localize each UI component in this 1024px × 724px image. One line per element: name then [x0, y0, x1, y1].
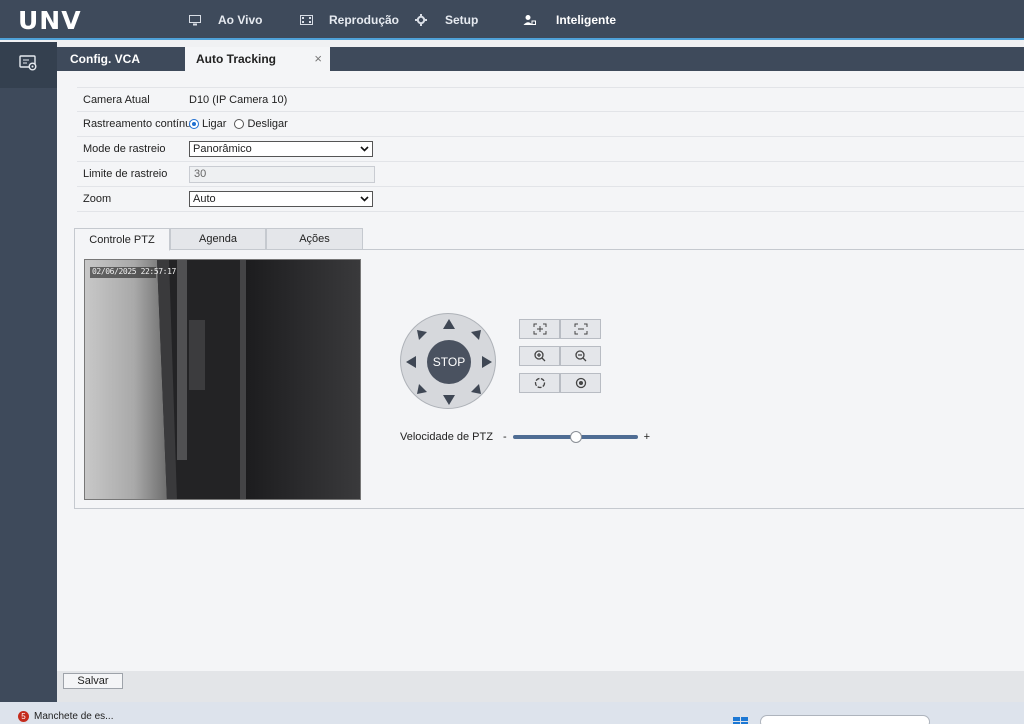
camera-label: Camera Atual — [83, 93, 150, 106]
close-icon[interactable]: × — [314, 51, 322, 66]
tab-label: Config. VCA — [70, 52, 140, 66]
ptz-speed-control: Velocidade de PTZ - + — [400, 431, 650, 443]
arrow-up-right-icon[interactable] — [471, 330, 481, 340]
zoom-select[interactable]: Auto — [189, 191, 373, 207]
tab-label: Controle PTZ — [89, 233, 155, 246]
zoom-in-icon — [533, 350, 545, 362]
tab-label: Ações — [299, 233, 330, 245]
gear-icon — [414, 13, 428, 27]
speed-min-label: - — [502, 431, 507, 443]
zoom-label: Zoom — [83, 193, 112, 205]
radio-ligar-label: Ligar — [202, 118, 227, 130]
os-taskbar: 5 Manchete de es... — [0, 702, 1024, 724]
live-video-preview[interactable]: 02/06/2025 22:57:17 — [84, 259, 361, 500]
arrow-left-icon[interactable] — [406, 356, 416, 368]
zoom-in-button[interactable] — [519, 346, 560, 366]
speed-max-label: + — [643, 431, 651, 443]
camera-value: D10 (IP Camera 10) — [189, 93, 288, 106]
speed-slider-track[interactable] — [512, 431, 638, 443]
iris-close-button[interactable] — [560, 373, 601, 393]
form-row-continuous: Rastreamento contínuo Ligar Desligar — [77, 112, 1024, 137]
nav-label: Inteligente — [556, 13, 617, 27]
radio-ligar[interactable] — [189, 119, 199, 129]
chevron-down-icon — [360, 196, 369, 202]
zoom-out-icon — [574, 350, 586, 362]
continuous-radios: Ligar Desligar — [189, 118, 288, 130]
vca-settings-icon — [18, 55, 39, 75]
tab-config-vca[interactable]: Config. VCA — [57, 47, 184, 71]
tab-controle-ptz[interactable]: Controle PTZ — [74, 228, 170, 251]
limit-input[interactable]: 30 — [189, 165, 375, 183]
notification-badge: 5 — [18, 711, 29, 722]
tab-agenda[interactable]: Agenda — [170, 228, 266, 250]
iris-close-icon — [575, 377, 586, 389]
radio-desligar[interactable] — [234, 119, 245, 129]
continuous-label: Rastreamento contínuo — [83, 118, 198, 130]
zoom-out-button[interactable] — [560, 346, 601, 366]
ptz-direction-pad: STOP — [400, 313, 496, 409]
form-row-mode: Mode de rastreio Panorâmico — [77, 137, 1024, 162]
nav-label: Setup — [445, 13, 479, 27]
radio-desligar-label: Desligar — [247, 118, 288, 130]
form-row-limit: Limite de rastreio 30 — [77, 162, 1024, 187]
chevron-down-icon — [360, 146, 369, 152]
focus-near-icon — [533, 323, 546, 335]
form-row-camera: Camera Atual D10 (IP Camera 10) — [77, 87, 1024, 112]
arrow-right-icon[interactable] — [482, 356, 492, 368]
mode-label: Mode de rastreio — [83, 143, 166, 155]
tab-label: Agenda — [199, 233, 237, 245]
film-icon — [299, 13, 313, 27]
nav-label: Ao Vivo — [218, 13, 263, 27]
form-row-zoom: Zoom Auto — [77, 187, 1024, 212]
arrow-up-left-icon[interactable] — [417, 330, 427, 340]
nav-setup[interactable]: Setup — [414, 0, 478, 40]
taskbar-search-box[interactable] — [760, 715, 930, 724]
ptz-tabs: Controle PTZ Agenda Ações — [74, 228, 1024, 251]
focus-far-button[interactable] — [560, 319, 601, 339]
speed-label: Velocidade de PTZ — [400, 431, 493, 443]
tab-auto-tracking[interactable]: Auto Tracking × — [185, 47, 330, 71]
arrow-down-right-icon[interactable] — [471, 384, 481, 394]
save-button[interactable]: Salvar — [63, 673, 123, 689]
ptz-stop-button[interactable]: STOP — [427, 340, 471, 384]
camera-scene — [85, 260, 360, 499]
arrow-down-left-icon[interactable] — [417, 384, 427, 394]
nav-inteligente[interactable]: Inteligente — [509, 0, 619, 40]
zoom-select-value: Auto — [193, 193, 216, 205]
left-sidebar — [0, 42, 57, 702]
top-nav-bar: UNV Ao Vivo Reprodução Setup Inteligente — [0, 0, 1024, 40]
nav-ao-vivo[interactable]: Ao Vivo — [188, 0, 262, 40]
sidebar-item-vca-settings[interactable] — [0, 42, 57, 88]
iris-open-button[interactable] — [519, 373, 560, 393]
focus-far-icon — [574, 323, 587, 335]
limit-label: Limite de rastreio — [83, 168, 168, 180]
monitor-icon — [188, 13, 202, 27]
footer-bar: Salvar — [57, 671, 1024, 702]
focus-near-button[interactable] — [519, 319, 560, 339]
nav-label: Reprodução — [329, 13, 400, 27]
person-scan-icon — [522, 13, 536, 27]
speed-slider-handle[interactable] — [569, 431, 582, 443]
brand-logo: UNV — [18, 6, 82, 35]
mode-select[interactable]: Panorâmico — [189, 141, 373, 157]
main-content: Camera Atual D10 (IP Camera 10) Rastream… — [57, 71, 1024, 671]
video-timestamp: 02/06/2025 22:57:17 — [92, 267, 176, 276]
nav-reproducao[interactable]: Reprodução — [299, 0, 399, 40]
arrow-up-icon[interactable] — [443, 319, 455, 329]
page-tabs-bar: Config. VCA Auto Tracking × — [57, 47, 1024, 71]
arrow-down-icon[interactable] — [443, 395, 455, 405]
tab-acoes[interactable]: Ações — [266, 228, 363, 250]
mode-select-value: Panorâmico — [193, 143, 252, 155]
tracking-form: Camera Atual D10 (IP Camera 10) Rastream… — [77, 87, 1024, 212]
windows-start-icon[interactable] — [733, 717, 749, 724]
taskbar-news-item[interactable]: 5 Manchete de es... — [18, 711, 114, 722]
ptz-panel: 02/06/2025 22:57:17 STOP Velocidade de P… — [74, 250, 1024, 509]
iris-open-icon — [534, 377, 545, 389]
tab-label: Auto Tracking — [196, 52, 277, 66]
taskbar-item-label: Manchete de es... — [34, 711, 114, 722]
